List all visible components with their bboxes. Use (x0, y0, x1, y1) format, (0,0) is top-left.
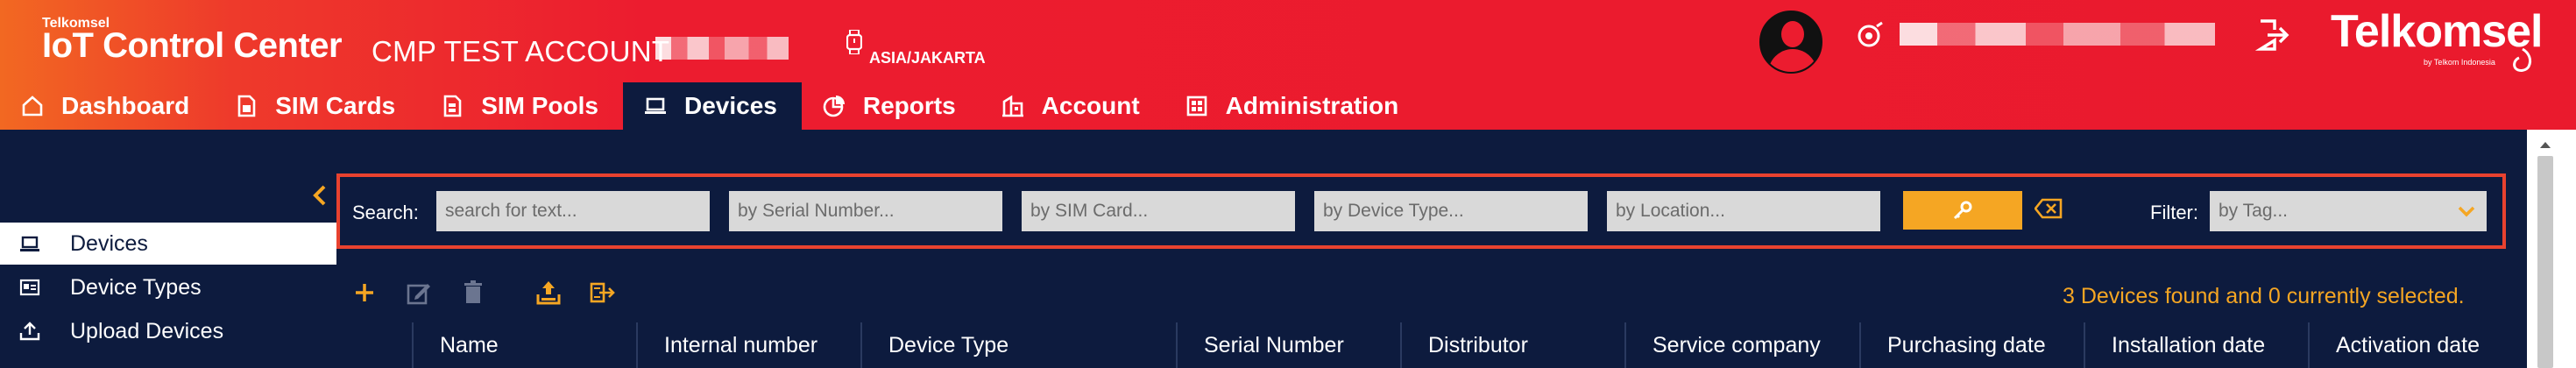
tag-select-placeholder: by Tag... (2219, 201, 2288, 221)
sidebar-item-label: Device Types (70, 274, 202, 300)
nav-administration[interactable]: Administration (1164, 82, 1424, 130)
upload-icon (19, 322, 40, 341)
nav-label: SIM Pools (481, 92, 598, 119)
logo-subtext: by Telkom Indonesia (2424, 58, 2495, 67)
building-icon (1001, 95, 1023, 117)
column-header-purchasing-date[interactable]: Purchasing date (1859, 322, 2084, 368)
column-header-activation-date[interactable]: Activation date (2308, 322, 2527, 368)
column-header-name[interactable]: Name (412, 322, 636, 368)
telkom-logo-mark-icon (2513, 47, 2532, 72)
nav-sim-cards[interactable]: SIM Cards (214, 82, 420, 130)
sidebar-item-label: Devices (70, 230, 148, 256)
scroll-up-arrow-icon[interactable] (2539, 140, 2551, 149)
nav-account[interactable]: Account (980, 82, 1164, 130)
column-header-service-company[interactable]: Service company (1624, 322, 1859, 368)
sidebar-item-upload-devices[interactable]: Upload Devices (0, 310, 336, 352)
sidebar-item-device-types[interactable]: Device Types (0, 266, 336, 308)
add-icon[interactable] (350, 279, 379, 307)
chevron-down-icon (2458, 206, 2475, 217)
sim-card-icon (237, 95, 256, 117)
logout-icon[interactable] (2255, 18, 2290, 53)
serial-number-input[interactable] (729, 191, 1002, 231)
account-name: CMP TEST ACCOUNT (372, 35, 670, 67)
sidebar-item-devices[interactable]: Devices (0, 223, 336, 265)
nav-label: Reports (862, 92, 956, 119)
scrollbar-thumb[interactable] (2537, 156, 2553, 368)
chevron-left-icon[interactable] (310, 184, 329, 207)
search-button[interactable] (1903, 191, 2022, 230)
tag-filter-select[interactable]: by Tag... (2210, 191, 2487, 231)
watch-icon (846, 30, 862, 54)
user-settings-icon[interactable] (1856, 21, 1886, 51)
nav-label: Devices (683, 92, 777, 119)
nav-label: SIM Cards (275, 92, 396, 119)
sidebar-item-label: Upload Devices (70, 318, 224, 343)
delete-icon[interactable] (459, 279, 487, 307)
column-header-serial-number[interactable]: Serial Number (1176, 322, 1400, 368)
id-card-icon (19, 279, 40, 296)
filter-label: Filter: (2150, 202, 2198, 223)
sidebar: Devices Device Types Upload Devices (0, 130, 336, 368)
column-header-distributor[interactable]: Distributor (1400, 322, 1624, 368)
clear-search-icon[interactable] (2035, 198, 2063, 219)
results-count-text: 3 Devices found and 0 currently selected… (2063, 284, 2465, 308)
search-bar: Search: Filter: by Tag... (336, 173, 2506, 249)
nav-label: Account (1041, 92, 1140, 119)
location-input[interactable] (1607, 191, 1880, 231)
admin-icon (1186, 96, 1207, 117)
user-avatar[interactable] (1759, 11, 1822, 74)
export-upload-icon[interactable] (534, 279, 563, 307)
laptop-icon (644, 97, 666, 114)
nav-devices[interactable]: Devices (622, 82, 802, 130)
column-header-internal-number[interactable]: Internal number (636, 322, 860, 368)
edit-icon[interactable] (405, 279, 433, 307)
pie-chart-icon (823, 96, 845, 117)
search-label: Search: (352, 202, 419, 223)
main-nav: Dashboard SIM Cards SIM Pools Devices Re… (0, 82, 1423, 130)
nav-reports[interactable]: Reports (802, 82, 980, 130)
select-column-header[interactable] (336, 322, 412, 368)
brand-title[interactable]: IoT Control Center (42, 26, 343, 66)
move-devices-icon[interactable] (589, 279, 617, 307)
column-header-installation-date[interactable]: Installation date (2084, 322, 2308, 368)
nav-label: Administration (1225, 92, 1399, 119)
account-id-redacted (655, 37, 789, 60)
nav-label: Dashboard (61, 92, 190, 119)
column-header-device-type[interactable]: Device Type (860, 322, 1176, 368)
home-icon (22, 96, 43, 117)
nav-dashboard[interactable]: Dashboard (0, 82, 214, 130)
search-text-input[interactable] (436, 191, 710, 231)
key-search-icon (1953, 201, 1972, 219)
app-header: Telkomsel IoT Control Center CMP TEST AC… (0, 0, 2576, 130)
nav-sim-pools[interactable]: SIM Pools (420, 82, 623, 130)
laptop-icon (20, 236, 39, 251)
timezone-label[interactable]: ASIA/JAKARTA (869, 49, 986, 67)
device-type-input[interactable] (1314, 191, 1588, 231)
sim-pool-icon (443, 95, 462, 117)
table-header: Name Internal number Device Type Serial … (336, 322, 2527, 368)
username-redacted (1900, 23, 2215, 46)
sim-card-input[interactable] (1022, 191, 1295, 231)
